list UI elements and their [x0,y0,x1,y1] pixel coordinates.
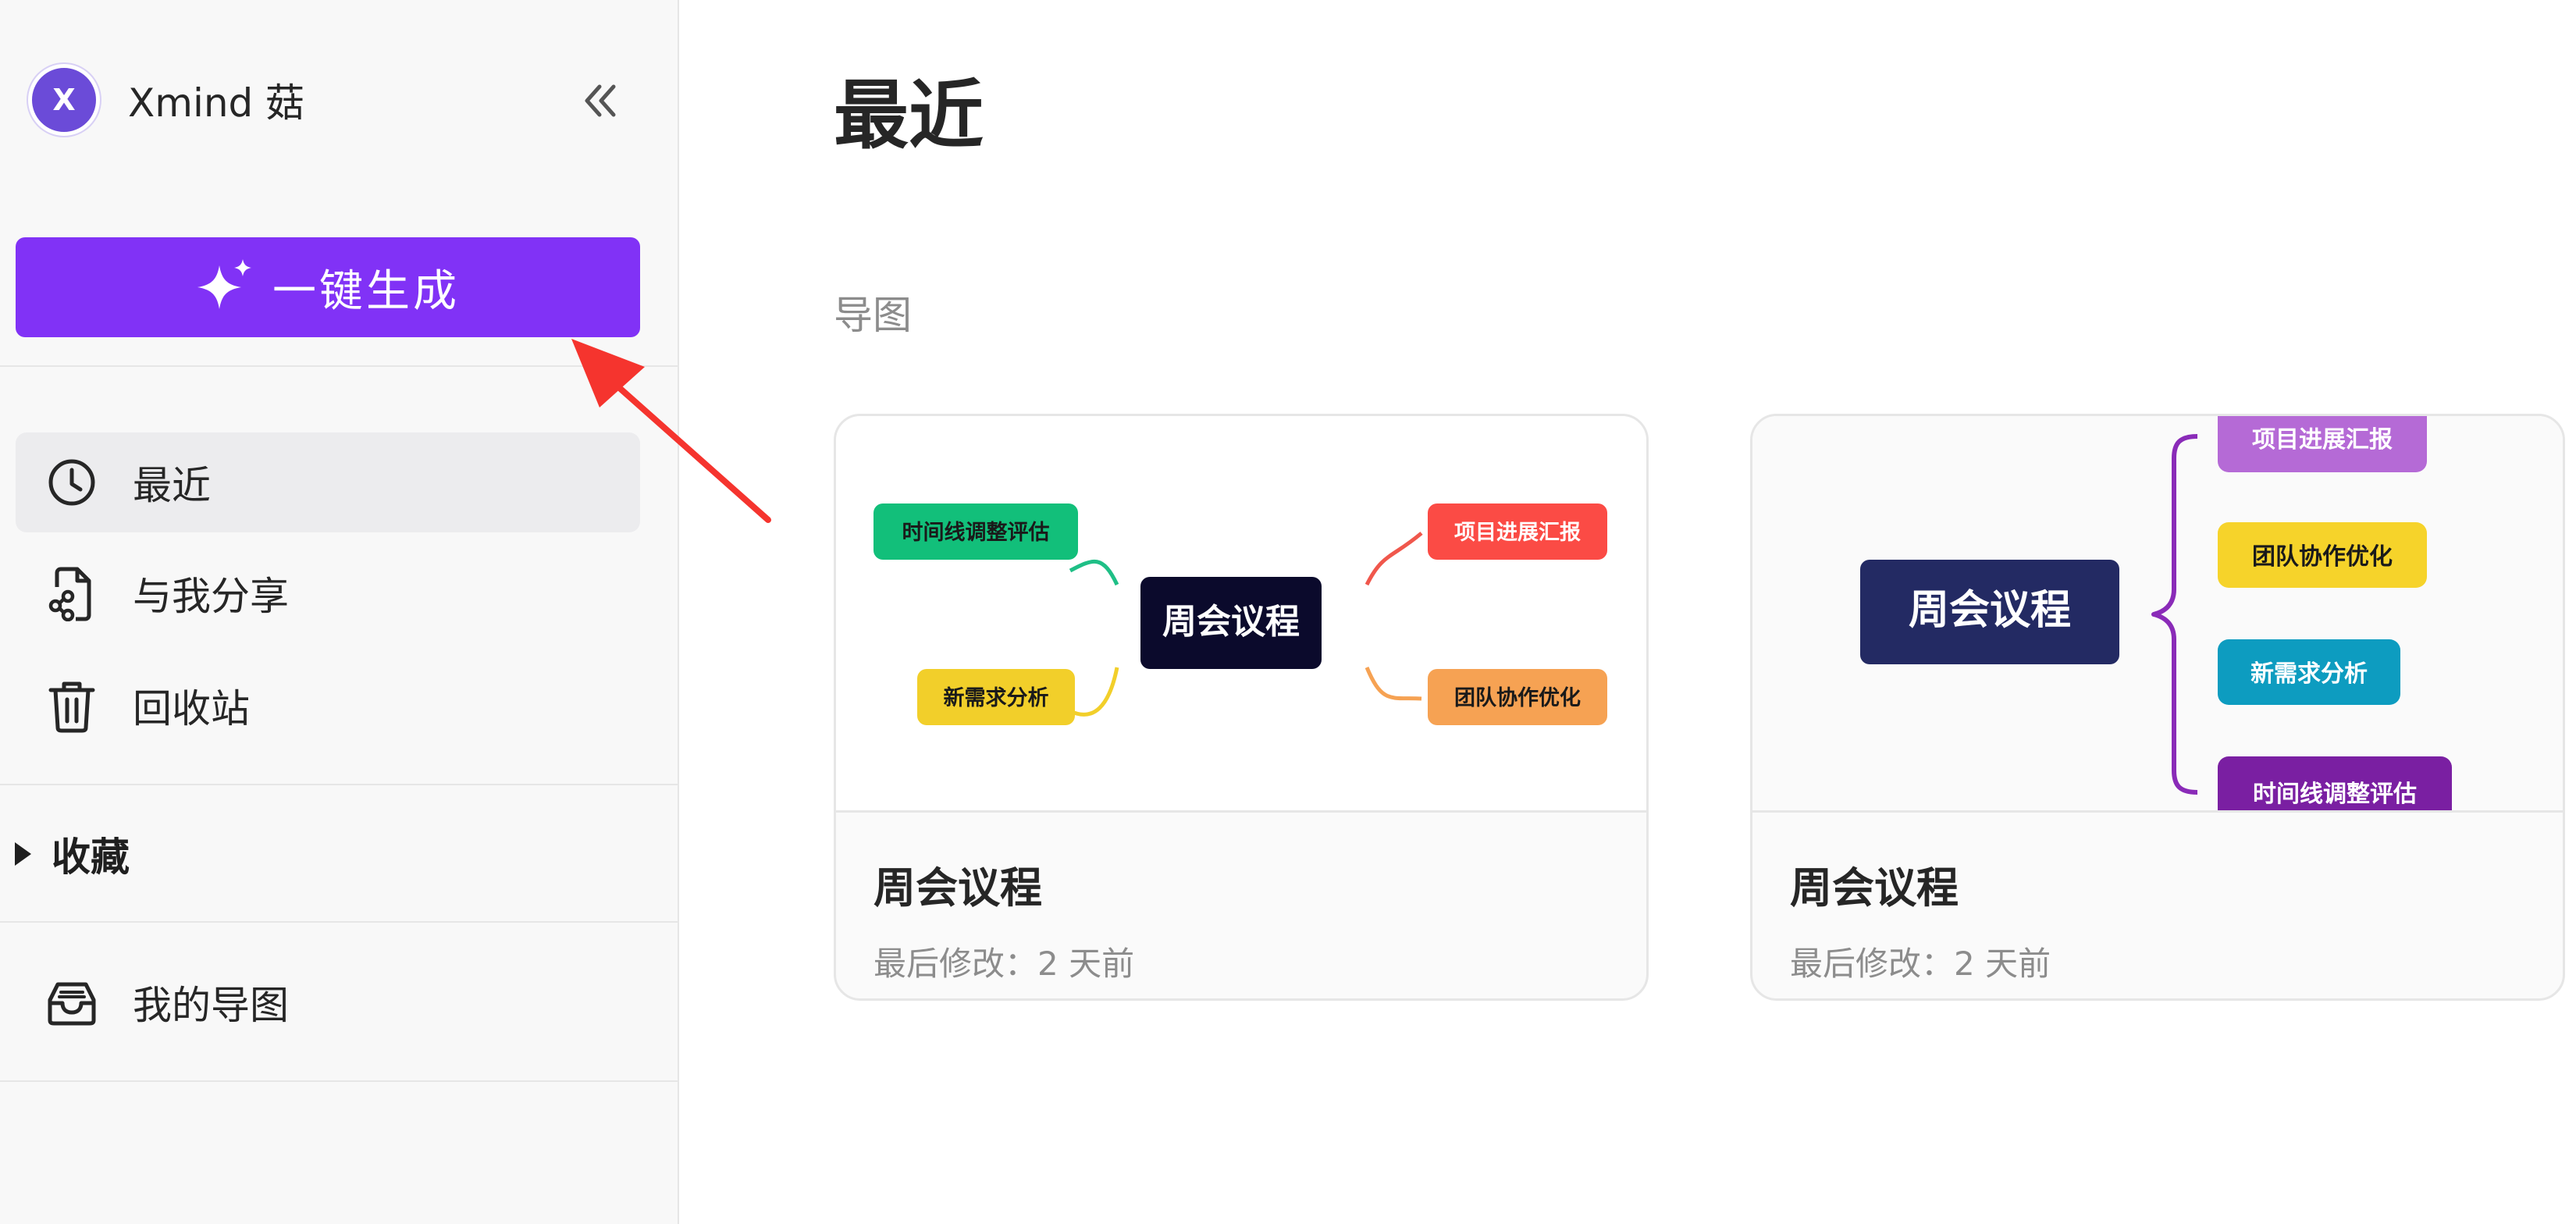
svg-text:时间线调整评估: 时间线调整评估 [902,521,1050,545]
map-thumbnail: 周会议程 时间线调整评估 新需求分析 项目进展汇报 团队协作优化 [836,416,1646,813]
map-card-modified: 最后修改：2 天前 [1790,945,2051,983]
main-content: 最近 导图 周会议程 时间线调整评估 新需求分析 项目进展汇报 团队协作优化 周… [681,0,2576,1224]
topic-node: 团队协作优化 [2218,522,2427,588]
svg-text:团队协作优化: 团队协作优化 [1454,686,1581,710]
double-chevron-left-icon[interactable] [578,79,622,123]
map-card-title[interactable]: 周会议程 [1790,853,1959,915]
page-title: 最近 [834,72,984,159]
caret-right-icon[interactable] [12,841,33,867]
map-card-title[interactable]: 周会议程 [873,853,1042,915]
sidebar-item-label: 最近 [133,463,211,508]
map-card[interactable]: 周会议程 时间线调整评估 新需求分析 项目进展汇报 团队协作优化 周会议程 最后… [834,414,1649,1001]
topic-node: 团队协作优化 [1428,669,1607,725]
svg-text:时间线调整评估: 时间线调整评估 [2253,781,2417,808]
favorites-toggle[interactable]: 收藏 [12,826,130,882]
svg-text:新需求分析: 新需求分析 [944,685,1049,710]
central-topic: 周会议程 [1140,577,1322,669]
central-topic: 周会议程 [1860,560,2119,664]
sidebar-item-label: 我的导图 [133,983,289,1028]
topic-node: 新需求分析 [2218,639,2400,705]
svg-text:项目进展汇报: 项目进展汇报 [1454,521,1581,545]
topic-node: 时间线调整评估 [873,503,1078,560]
divider [0,921,678,923]
map-card[interactable]: 周会议程 项目进展汇报 团队协作优化 新需求分析 时间线调整评估 周会议程 最后… [1750,414,2565,1001]
sidebar-item-recent[interactable]: 最近 [16,432,640,532]
trash-icon [44,678,100,734]
map-card-modified: 最后修改：2 天前 [873,945,1135,983]
sidebar-item-label: 回收站 [133,686,250,731]
map-thumbnail: 周会议程 项目进展汇报 团队协作优化 新需求分析 时间线调整评估 [1752,416,2563,813]
account-switcher[interactable]: X Xmind 菇 [28,64,304,136]
generate-button[interactable]: 一键生成 [16,237,640,337]
sparkle-icon [196,258,255,317]
favorites-label: 收藏 [52,834,130,880]
collapse-sidebar-button[interactable] [575,75,626,126]
sidebar: X Xmind 菇 一键生成 最近 与我分享 回收站 收藏 我的导图 [0,0,679,1224]
clock-icon [44,454,100,511]
svg-text:周会议程: 周会议程 [1162,602,1300,642]
avatar[interactable]: X [28,64,100,136]
divider [0,1080,678,1082]
sidebar-item-label: 与我分享 [133,574,289,619]
generate-button-label: 一键生成 [272,265,460,317]
shared-file-icon [44,565,100,621]
sidebar-item-shared[interactable]: 与我分享 [16,543,640,643]
section-title: 导图 [834,293,912,338]
svg-text:周会议程: 周会议程 [1909,587,2071,634]
svg-text:团队协作优化: 团队协作优化 [2252,543,2393,571]
divider [0,784,678,785]
account-name[interactable]: Xmind 菇 [128,72,304,128]
topic-node: 时间线调整评估 [2218,756,2452,810]
topic-node: 项目进展汇报 [2218,416,2427,472]
inbox-icon [44,974,100,1030]
topic-node: 项目进展汇报 [1428,503,1607,560]
topic-node: 新需求分析 [917,669,1075,725]
sidebar-item-trash[interactable]: 回收站 [16,656,640,756]
svg-text:项目进展汇报: 项目进展汇报 [2252,426,2393,454]
svg-text:新需求分析: 新需求分析 [2250,660,2368,688]
sidebar-item-my-maps[interactable]: 我的导图 [16,952,640,1052]
